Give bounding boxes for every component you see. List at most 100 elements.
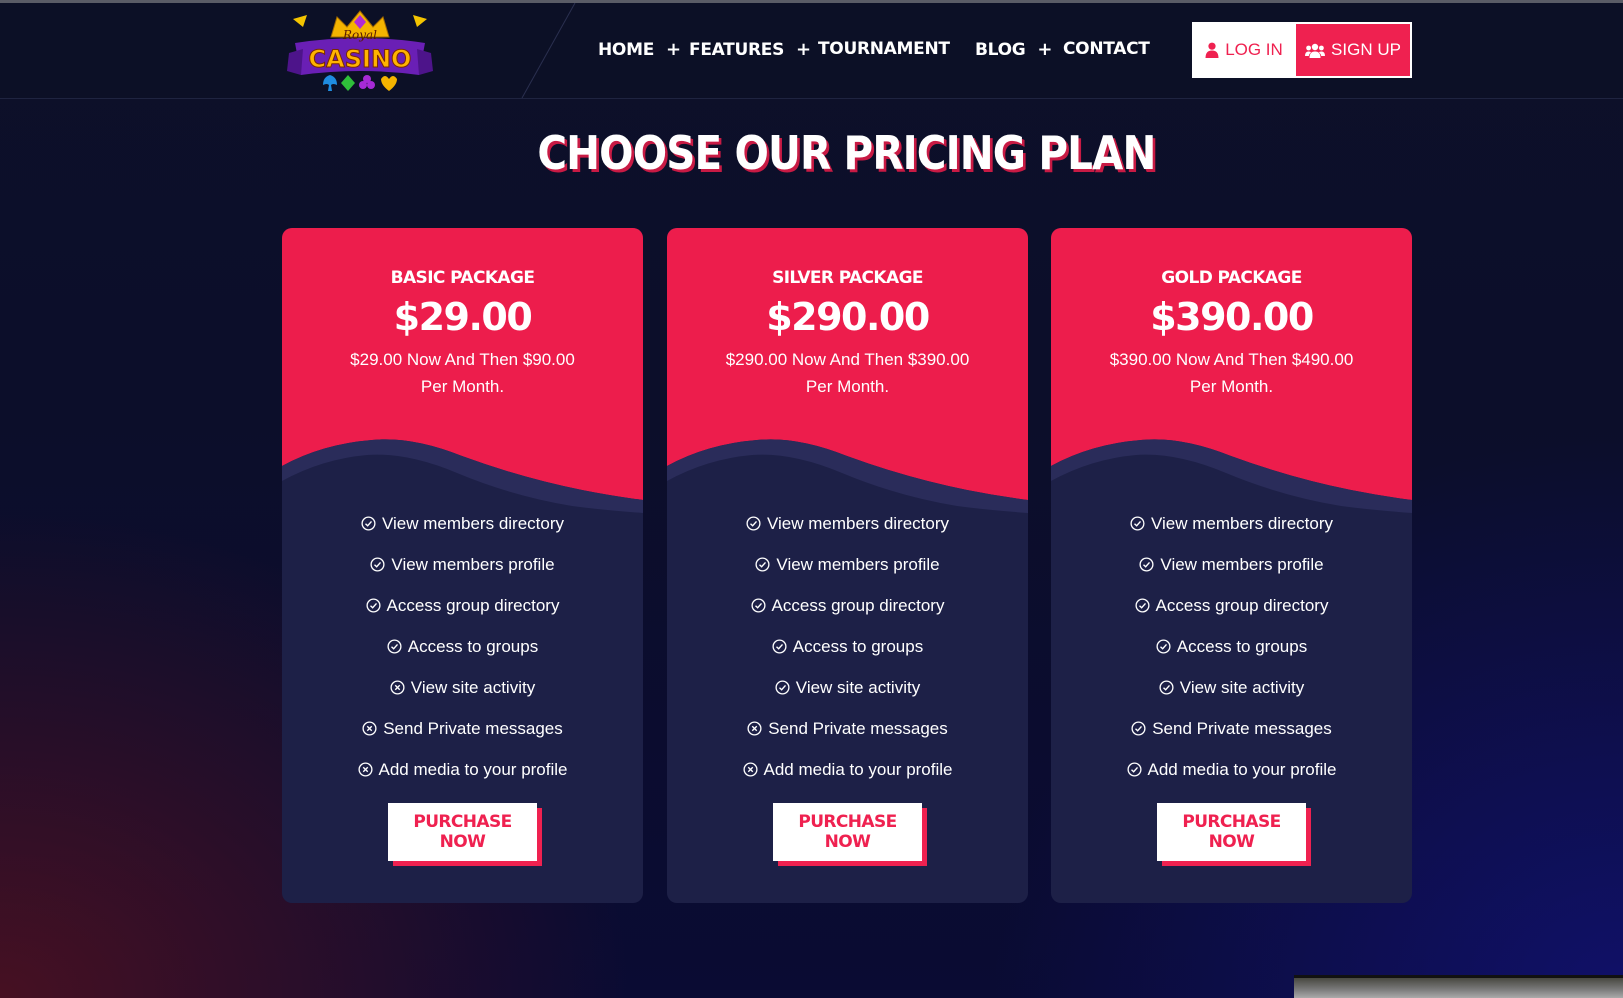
check-circle-icon: [1139, 557, 1154, 572]
nav-item-features[interactable]: FEATURES +: [689, 39, 811, 63]
feature-label: Access group directory: [1155, 595, 1329, 615]
user-icon: [1205, 42, 1219, 58]
pricing-card-silver: SILVER PACKAGE $290.00 $290.00 Now And T…: [667, 228, 1028, 903]
check-circle-icon: [1126, 762, 1142, 777]
feature-label: Access group directory: [386, 595, 560, 615]
feature-item: View site activity: [667, 667, 1028, 708]
feature-item: View members profile: [1051, 544, 1412, 585]
feature-label: Send Private messages: [1152, 718, 1332, 738]
feature-item: Send Private messages: [667, 708, 1028, 749]
site-logo[interactable]: Royal CASINO: [285, 5, 435, 97]
check-circle-icon: [1131, 721, 1146, 736]
nav-item-tournament[interactable]: TOURNAMENT: [818, 39, 950, 63]
feature-label: View site activity: [1179, 677, 1305, 697]
nav-item-home[interactable]: HOME +: [598, 39, 681, 63]
feature-label: View members profile: [1160, 554, 1324, 574]
feature-item: Send Private messages: [1051, 708, 1412, 749]
feature-label: View members directory: [381, 513, 565, 533]
check-circle-icon: [755, 557, 770, 572]
x-circle-icon: [747, 721, 762, 736]
check-circle-icon: [772, 639, 787, 654]
purchase-button[interactable]: PURCHASE NOW: [1157, 803, 1306, 861]
feature-item: Add media to your profile: [1051, 749, 1412, 790]
pricing-card-basic: BASIC PACKAGE $29.00 $29.00 Now And Then…: [282, 228, 643, 903]
nav-label: BLOG: [975, 40, 1026, 60]
nav-item-contact[interactable]: CONTACT: [1063, 39, 1150, 63]
nav-label: TOURNAMENT: [818, 39, 950, 59]
check-circle-icon: [1135, 598, 1150, 613]
check-circle-icon: [1159, 680, 1174, 695]
feature-item: View members directory: [667, 503, 1028, 544]
feature-label: Access to groups: [1176, 636, 1308, 656]
feature-label: Send Private messages: [768, 718, 948, 738]
feature-label: Access to groups: [792, 636, 924, 656]
login-button[interactable]: LOG IN: [1192, 22, 1296, 78]
check-circle-icon: [1130, 516, 1145, 531]
feature-item: View members profile: [667, 544, 1028, 585]
plan-name: SILVER PACKAGE: [772, 268, 923, 288]
check-circle-icon: [387, 639, 402, 654]
logo-main-text: CASINO: [309, 45, 412, 73]
feature-label: View site activity: [410, 677, 536, 697]
feature-label: View site activity: [795, 677, 921, 697]
feature-label: Add media to your profile: [1147, 759, 1337, 779]
x-circle-icon: [742, 762, 758, 777]
nav-label: HOME: [598, 40, 655, 60]
feature-item: View site activity: [1051, 667, 1412, 708]
feature-list: View members directory View members profi…: [667, 503, 1028, 790]
feature-label: View members profile: [776, 554, 940, 574]
header-divider: [521, 3, 576, 98]
feature-label: Add media to your profile: [378, 759, 568, 779]
feature-item: Access to groups: [282, 626, 643, 667]
feature-label: Send Private messages: [383, 718, 563, 738]
feature-item: Add media to your profile: [667, 749, 1028, 790]
check-circle-icon: [370, 557, 385, 572]
pricing-card-gold: GOLD PACKAGE $390.00 $390.00 Now And The…: [1051, 228, 1412, 903]
plan-price: $390.00: [1150, 295, 1314, 339]
feature-label: View members profile: [391, 554, 555, 574]
plan-description: $290.00 Now And Then $390.00 Per Month.: [725, 350, 970, 396]
feature-item: Add media to your profile: [282, 749, 643, 790]
plus-icon[interactable]: +: [796, 39, 811, 60]
nav-label: FEATURES: [689, 40, 785, 60]
check-circle-icon: [1156, 639, 1171, 654]
purchase-button[interactable]: PURCHASE NOW: [773, 803, 922, 861]
plan-description: $29.00 Now And Then $90.00 Per Month.: [350, 350, 575, 396]
partial-image: [1294, 975, 1623, 998]
signup-button[interactable]: SIGN UP: [1296, 22, 1412, 78]
feature-item: Access to groups: [1051, 626, 1412, 667]
feature-item: Access group directory: [282, 585, 643, 626]
x-circle-icon: [362, 721, 377, 736]
feature-list: View members directory View members profi…: [282, 503, 643, 790]
logo-top-text: Royal: [342, 28, 377, 42]
plus-icon[interactable]: +: [1037, 39, 1052, 60]
feature-item: View members profile: [282, 544, 643, 585]
plan-price: $29.00: [393, 295, 533, 339]
nav-label: CONTACT: [1063, 39, 1150, 59]
purchase-button[interactable]: PURCHASE NOW: [388, 803, 537, 861]
x-circle-icon: [357, 762, 373, 777]
check-circle-icon: [746, 516, 761, 531]
feature-item: View members directory: [1051, 503, 1412, 544]
feature-label: Add media to your profile: [763, 759, 953, 779]
section-title: CHOOSE OUR PRICING PLAN: [537, 126, 1156, 180]
feature-label: View members directory: [766, 513, 950, 533]
check-circle-icon: [751, 598, 766, 613]
feature-item: Access group directory: [1051, 585, 1412, 626]
feature-item: Access to groups: [667, 626, 1028, 667]
check-circle-icon: [366, 598, 381, 613]
users-icon: [1305, 43, 1326, 58]
nav-item-blog[interactable]: BLOG +: [975, 39, 1052, 63]
feature-label: View members directory: [1150, 513, 1334, 533]
signup-label: SIGN UP: [1331, 40, 1401, 59]
check-circle-icon: [775, 680, 790, 695]
feature-list: View members directory View members profi…: [1051, 503, 1412, 790]
feature-label: Access to groups: [407, 636, 539, 656]
plan-name: BASIC PACKAGE: [390, 268, 535, 288]
x-circle-icon: [390, 680, 405, 695]
feature-label: Access group directory: [771, 595, 945, 615]
feature-item: Access group directory: [667, 585, 1028, 626]
plan-price: $290.00: [766, 295, 930, 339]
plus-icon[interactable]: +: [666, 39, 681, 60]
feature-item: Send Private messages: [282, 708, 643, 749]
